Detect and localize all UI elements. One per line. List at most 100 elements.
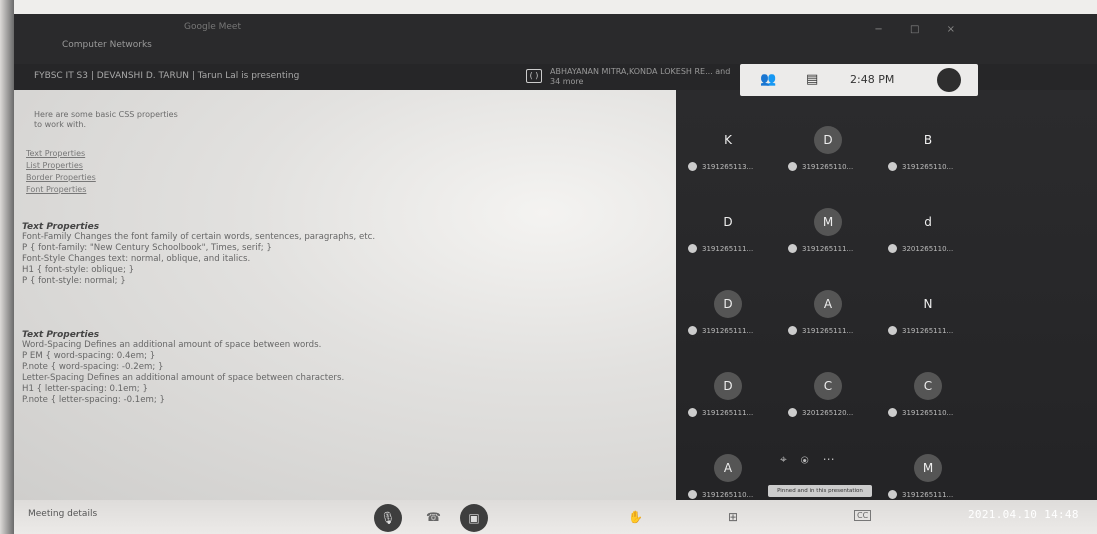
meeting-toolbar: Meeting details 🎙 ☎ ▣ ✋ ⊞ CC (14, 500, 1097, 534)
section-line: Word-Spacing Defines an additional amoun… (22, 340, 322, 350)
window-title: Google Meet (184, 22, 241, 32)
pin-icon[interactable]: ⌖ (780, 452, 801, 466)
more-icon[interactable]: ⋯ (823, 452, 849, 466)
captions-icon[interactable]: CC (854, 510, 872, 521)
meeting-name: Computer Networks (62, 40, 152, 50)
participant-name: 3191265110... (788, 162, 853, 171)
section-line: P.note { letter-spacing: -0.1em; } (22, 395, 166, 405)
window-titlebar: Google Meet − □ × Computer Networks (14, 14, 1097, 64)
monitor-bezel-left (0, 0, 14, 534)
people-icon[interactable]: 👥 (760, 72, 776, 87)
toc-link: List Properties (26, 161, 83, 170)
participant-name: 3191265111... (888, 490, 953, 499)
participant-name-text: 3201265120... (802, 409, 854, 417)
participant-tile[interactable]: d 3201265110... (880, 200, 976, 264)
participant-avatar: D (714, 372, 742, 400)
meeting-details-button[interactable]: Meeting details (28, 509, 97, 519)
participant-avatar: C (814, 372, 842, 400)
participant-name: 3191265110... (688, 490, 753, 499)
participant-name-text: 3191265110... (902, 409, 954, 417)
mic-toggle-icon[interactable]: 🎙 (374, 504, 402, 532)
camera-toggle-icon[interactable]: ▣ (460, 504, 488, 532)
window-controls[interactable]: − □ × (874, 24, 967, 35)
participant-name: 3191265111... (888, 326, 953, 335)
other-presenters-label: ABHAYANAN MITRA,KONDA LOKESH RE... and 3… (550, 67, 731, 86)
participant-tile[interactable]: B 3191265110... (880, 118, 976, 182)
participant-avatar: D (814, 126, 842, 154)
chat-icon[interactable]: ▤ (806, 72, 818, 87)
participant-avatar: M (914, 454, 942, 482)
participant-tile[interactable]: C 3201265120... (780, 364, 876, 428)
participant-avatar: B (923, 133, 933, 147)
participant-tile[interactable]: C 3191265110... (880, 364, 976, 428)
participant-tile[interactable]: M 3191265111... (780, 200, 876, 264)
participant-tile[interactable]: N 3191265111... (880, 282, 976, 346)
toc-link: Border Properties (26, 173, 96, 182)
participant-avatar: A (714, 454, 742, 482)
participant-name: 3201265120... (788, 408, 853, 417)
mic-icon[interactable]: ⦿ (801, 452, 823, 466)
avatar[interactable] (937, 68, 961, 92)
participant-tile[interactable]: D 3191265110... (780, 118, 876, 182)
muted-mic-icon (888, 326, 897, 335)
participant-name-text: 3201265110... (902, 245, 954, 253)
participant-avatar: K (724, 133, 732, 147)
participant-name-text: 3191265113... (702, 163, 754, 171)
section-line: Letter-Spacing Defines an additional amo… (22, 373, 345, 383)
toc-link: Text Properties (26, 149, 86, 158)
muted-mic-icon (788, 408, 797, 417)
section-line: P.note { word-spacing: -0.2em; } (22, 362, 164, 372)
section-line: H1 { font-style: oblique; } (22, 265, 135, 275)
participant-name: 3201265110... (888, 244, 953, 253)
slide-section-1: Text Properties Font-Family Changes the … (22, 222, 375, 287)
participant-tile[interactable]: A 3191265111... (780, 282, 876, 346)
clock-time: 2:48 PM (850, 73, 895, 86)
participant-tile[interactable]: D 3191265111... (680, 200, 776, 264)
participant-avatar: M (814, 208, 842, 236)
muted-mic-icon (688, 408, 697, 417)
close-icon[interactable]: × (947, 24, 967, 35)
participant-name: 3191265110... (888, 408, 953, 417)
participant-avatar: N (923, 297, 933, 311)
camera-datestamp: 2021.04.10 14:48 (968, 508, 1079, 521)
meeting-status-box: 👥 ▤ 2:48 PM (740, 64, 978, 96)
present-now-icon[interactable]: ⊞ (728, 510, 738, 524)
slide-section-2: Text Properties Word-Spacing Defines an … (22, 330, 344, 406)
participant-name-text: 3191265111... (802, 327, 854, 335)
participant-name-text: 3191265111... (902, 491, 954, 499)
participant-tile[interactable]: D 3191265111... (680, 364, 776, 428)
participant-name-text: 3191265111... (902, 327, 954, 335)
participant-name-text: 3191265111... (802, 245, 854, 253)
toc-link: Font Properties (26, 185, 87, 194)
participant-avatar: A (814, 290, 842, 318)
muted-mic-icon (788, 244, 797, 253)
raise-hand-icon[interactable]: ✋ (628, 510, 643, 524)
participant-tile[interactable]: D 3191265111... (680, 282, 776, 346)
participant-grid: K 3191265113... D 3191265110... B 3191265110.… (680, 118, 980, 503)
present-icon[interactable]: ( ) (526, 69, 542, 83)
section-line: Font-Style Changes text: normal, oblique… (22, 254, 251, 264)
section-title: Text Properties (22, 222, 100, 232)
participant-name-text: 3191265110... (902, 163, 954, 171)
end-call-icon[interactable]: ☎ (426, 510, 441, 524)
muted-mic-icon (688, 162, 697, 171)
participant-name-text: 3191265111... (702, 327, 754, 335)
participant-tile[interactable]: K 3191265113... (680, 118, 776, 182)
section-title: Text Properties (22, 330, 100, 340)
participant-name: 3191265111... (688, 326, 753, 335)
muted-mic-icon (788, 326, 797, 335)
participant-name: 3191265110... (888, 162, 953, 171)
participant-name: 3191265111... (788, 244, 853, 253)
presenting-label: FYBSC IT S3 | DEVANSHI D. TARUN | Tarun … (34, 71, 300, 81)
maximize-icon[interactable]: □ (910, 24, 931, 35)
participant-name-text: 3191265111... (702, 409, 754, 417)
participant-name: 3191265111... (688, 408, 753, 417)
participant-name-text: 3191265111... (702, 245, 754, 253)
participant-name-text: 3191265110... (802, 163, 854, 171)
participant-avatar: C (914, 372, 942, 400)
section-line: P { font-style: normal; } (22, 276, 126, 286)
slide-toc: Text Properties List Properties Border P… (26, 148, 96, 196)
participant-name: 3191265113... (688, 162, 753, 171)
minimize-icon[interactable]: − (874, 24, 894, 35)
section-line: P EM { word-spacing: 0.4em; } (22, 351, 156, 361)
